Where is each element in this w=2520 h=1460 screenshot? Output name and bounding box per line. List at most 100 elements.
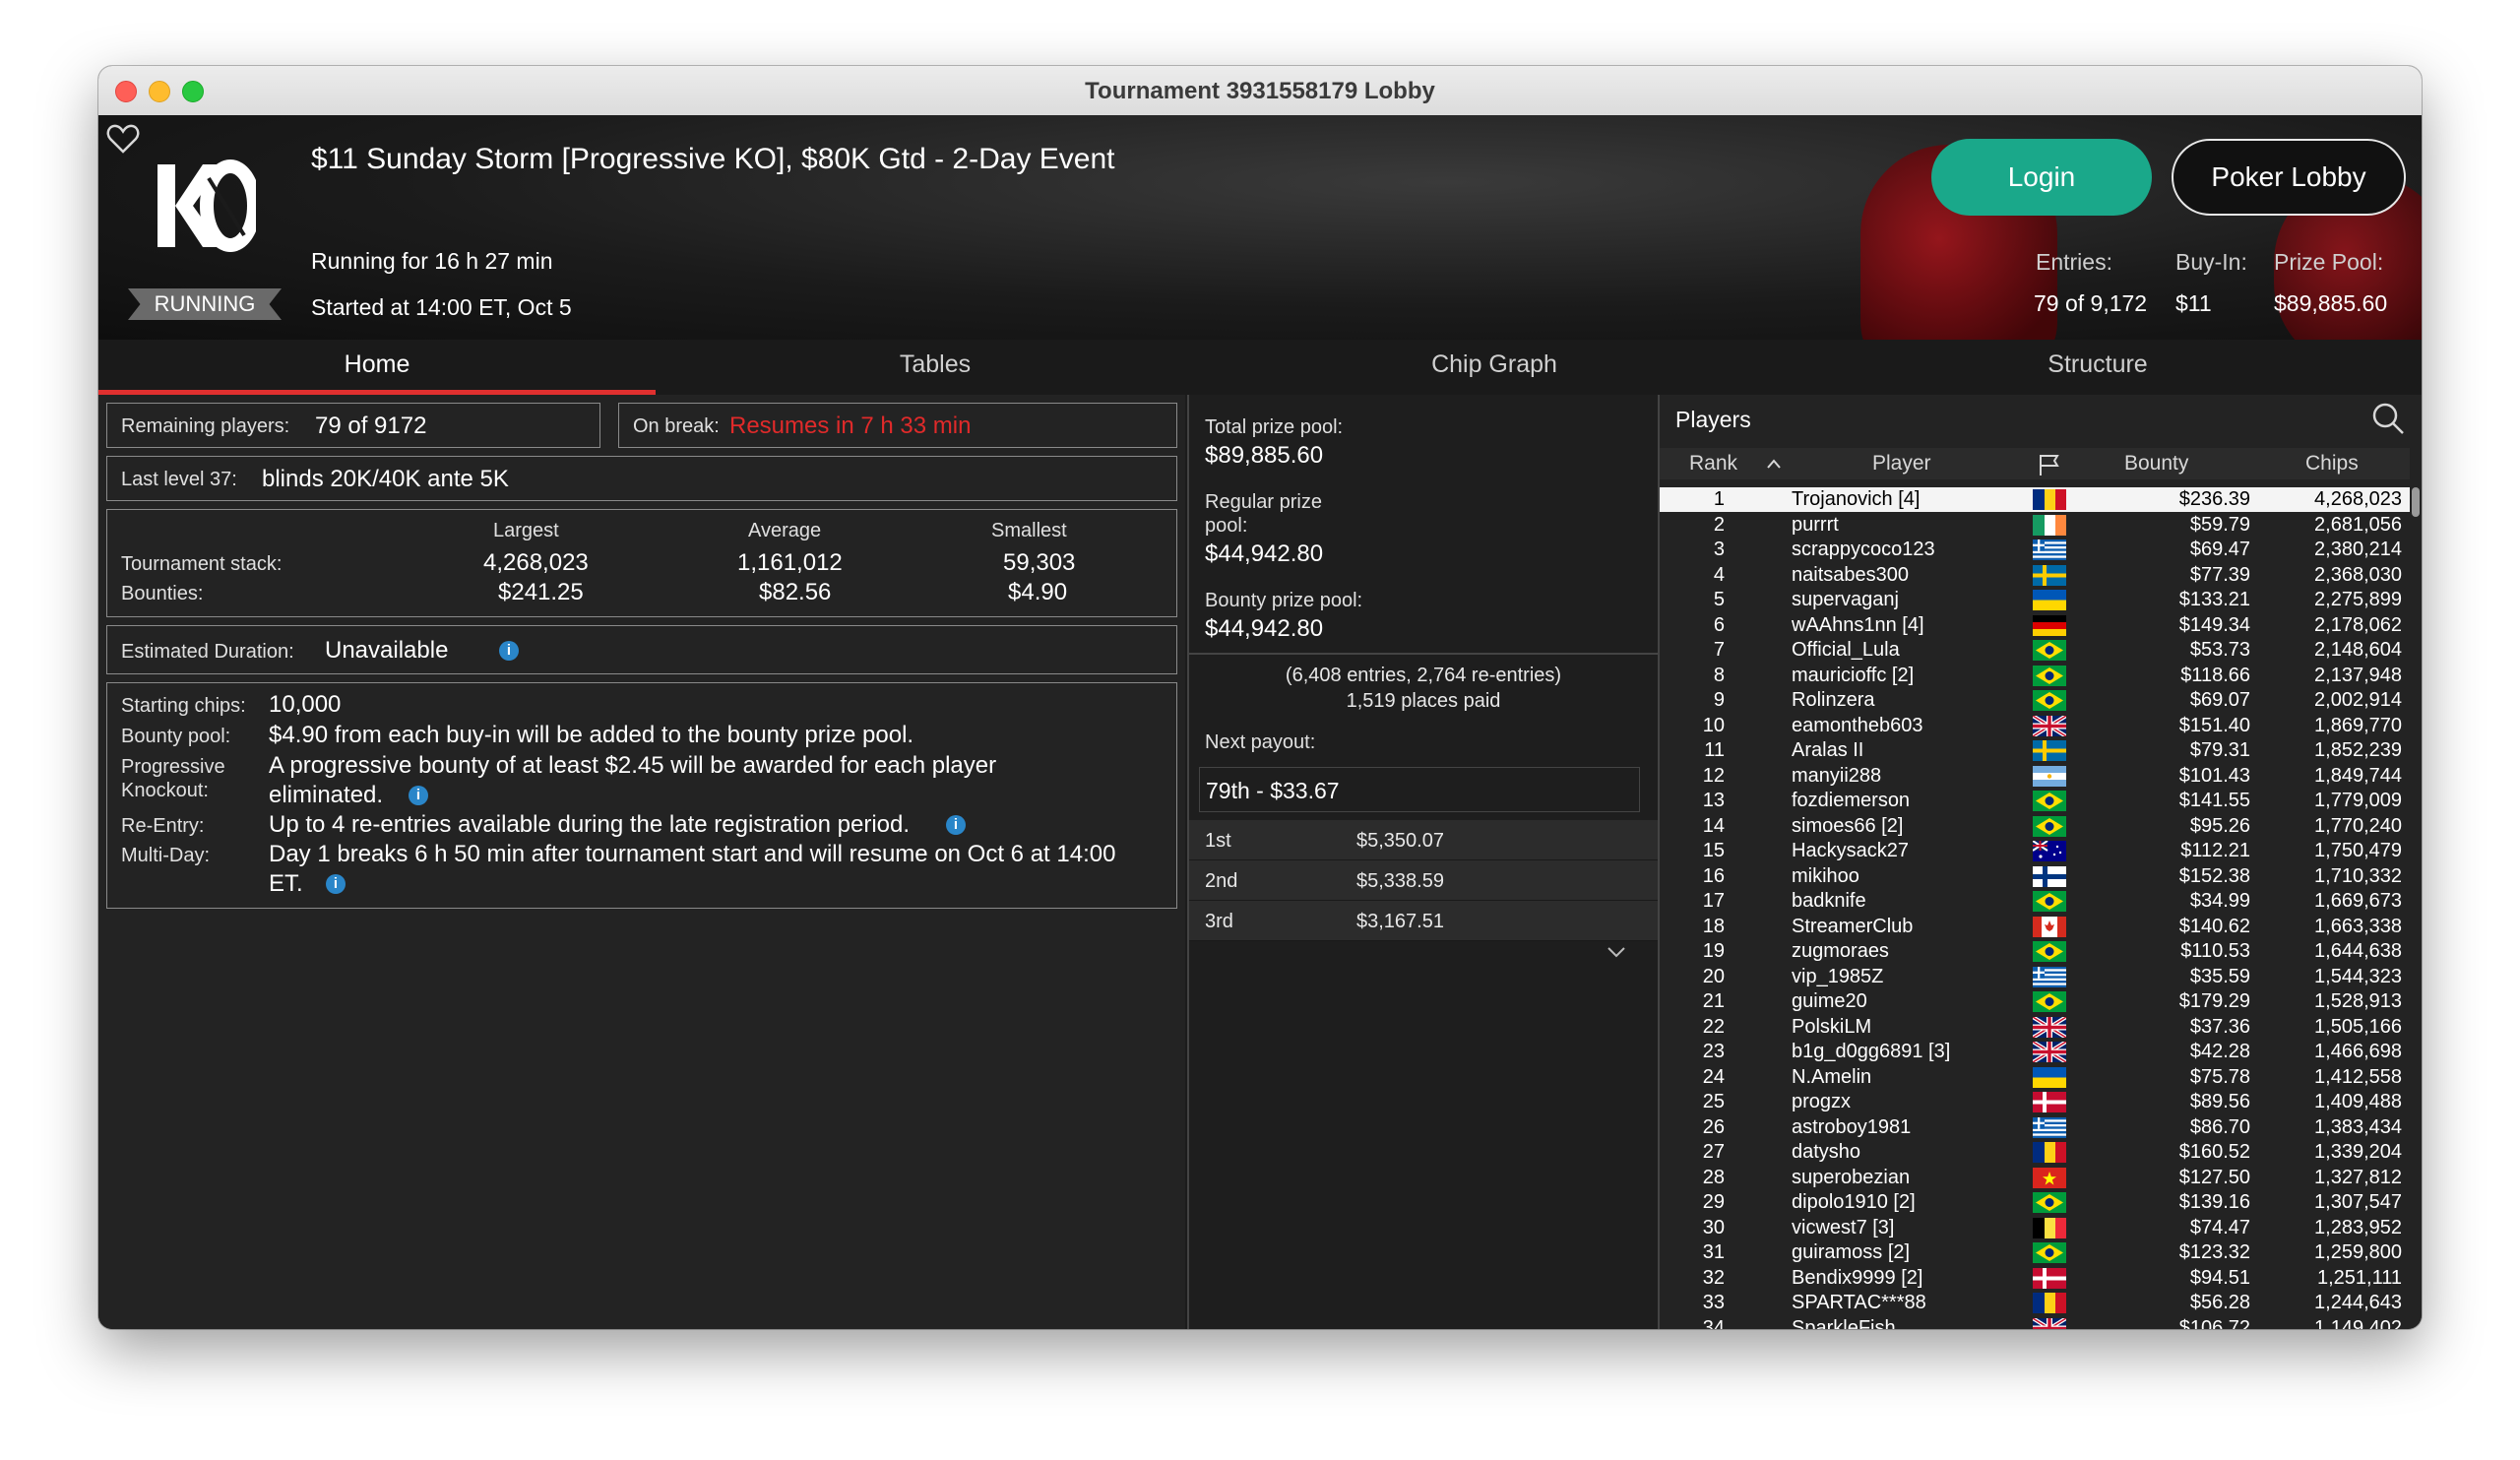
player-name: SparkleFish xyxy=(1792,1316,1896,1330)
player-row[interactable]: 19 zugmoraes $110.53 1,644,638 xyxy=(1660,939,2410,964)
tab-bar: Home Tables Chip Graph Structure xyxy=(98,340,2422,395)
player-name: Official_Lula xyxy=(1792,639,1900,661)
player-chips: 1,327,812 xyxy=(2314,1166,2402,1188)
title-bar[interactable]: Tournament 3931558179 Lobby xyxy=(98,66,2422,116)
login-button[interactable]: Login xyxy=(1931,139,2152,216)
player-row[interactable]: 2 purrrt $59.79 2,681,056 xyxy=(1660,513,2410,538)
player-row[interactable]: 32 Bendix9999 [2] $94.51 1,251,111 xyxy=(1660,1266,2410,1291)
player-row[interactable]: 33 SPARTAC***88 $56.28 1,244,643 xyxy=(1660,1291,2410,1315)
chips-column-header[interactable]: Chips xyxy=(2305,448,2359,479)
player-row[interactable]: 21 guime20 $179.29 1,528,913 xyxy=(1660,989,2410,1014)
player-bounty: $53.73 xyxy=(2189,639,2250,661)
brazil-flag-icon xyxy=(2033,991,2066,1012)
info-icon[interactable]: i xyxy=(409,786,428,805)
brazil-flag-icon xyxy=(2033,690,2066,711)
player-name: Rolinzera xyxy=(1792,689,1875,711)
player-rank: 29 xyxy=(1702,1191,1725,1213)
uk-flag-icon xyxy=(2033,1016,2066,1038)
player-bounty: $152.38 xyxy=(2178,864,2250,887)
player-chips: 2,178,062 xyxy=(2314,613,2402,636)
player-row[interactable]: 27 datysho $160.52 1,339,204 xyxy=(1660,1140,2410,1165)
player-row[interactable]: 22 PolskiLM $37.36 1,505,166 xyxy=(1660,1015,2410,1040)
player-row[interactable]: 15 Hackysack27 $112.21 1,750,479 xyxy=(1660,839,2410,863)
player-row[interactable]: 30 vicwest7 [3] $74.47 1,283,952 xyxy=(1660,1216,2410,1240)
chevron-down-icon[interactable] xyxy=(1606,946,1626,958)
player-row[interactable]: 34 SparkleFish $106.72 1,149,402 xyxy=(1660,1316,2410,1330)
info-icon[interactable]: i xyxy=(499,641,519,661)
player-row[interactable]: 28 superobezian $127.50 1,327,812 xyxy=(1660,1166,2410,1190)
player-chips: 1,412,558 xyxy=(2314,1065,2402,1088)
player-row[interactable]: 25 progzx $89.56 1,409,488 xyxy=(1660,1090,2410,1114)
flag-column-icon[interactable] xyxy=(2038,454,2061,476)
player-row[interactable]: 4 naitsabes300 $77.39 2,368,030 xyxy=(1660,563,2410,588)
players-scrollbar[interactable] xyxy=(2412,487,2420,517)
progressive-knockout-label: Progressive xyxy=(121,756,225,778)
player-rank: 30 xyxy=(1702,1216,1725,1238)
player-chips: 1,544,323 xyxy=(2314,965,2402,987)
player-rank: 28 xyxy=(1702,1166,1725,1188)
average-header: Average xyxy=(748,520,822,541)
player-chips: 1,710,332 xyxy=(2314,864,2402,887)
player-row[interactable]: 23 b1g_d0gg6891 [3] $42.28 1,466,698 xyxy=(1660,1040,2410,1064)
player-row[interactable]: 13 fozdiemerson $141.55 1,779,009 xyxy=(1660,789,2410,813)
info-icon[interactable]: i xyxy=(946,815,966,835)
on-break-label: On break: xyxy=(633,415,720,437)
player-row[interactable]: 20 vip_1985Z $35.59 1,544,323 xyxy=(1660,965,2410,989)
info-icon[interactable]: i xyxy=(326,874,346,894)
search-icon[interactable] xyxy=(2370,401,2406,436)
player-chips: 1,307,547 xyxy=(2314,1191,2402,1213)
player-rank: 26 xyxy=(1702,1115,1725,1138)
tab-chip-graph[interactable]: Chip Graph xyxy=(1215,340,1774,395)
romania-flag-icon xyxy=(2033,489,2066,510)
player-name: Bendix9999 [2] xyxy=(1792,1266,1923,1289)
bounty-column-header[interactable]: Bounty xyxy=(2124,448,2188,479)
player-row[interactable]: 3 scrappycoco123 $69.47 2,380,214 xyxy=(1660,538,2410,562)
tournament-stack-label: Tournament stack: xyxy=(121,553,283,575)
player-row[interactable]: 17 badknife $34.99 1,669,673 xyxy=(1660,889,2410,914)
player-row[interactable]: 1 Trojanovich [4] $236.39 4,268,023 xyxy=(1660,487,2410,512)
player-rank: 23 xyxy=(1702,1041,1725,1062)
finland-flag-icon xyxy=(2033,865,2066,887)
poker-lobby-button[interactable]: Poker Lobby xyxy=(2172,139,2406,216)
sort-ascending-icon[interactable] xyxy=(1766,458,1782,470)
running-duration: Running for 16 h 27 min xyxy=(311,248,553,274)
lobby-window: Tournament 3931558179 Lobby RUNNING $11 … xyxy=(98,66,2422,1329)
player-row[interactable]: 31 guiramoss [2] $123.32 1,259,800 xyxy=(1660,1240,2410,1265)
uk-flag-icon xyxy=(2033,715,2066,736)
player-row[interactable]: 12 manyii288 $101.43 1,849,744 xyxy=(1660,764,2410,789)
tab-home[interactable]: Home xyxy=(98,340,656,395)
divider xyxy=(1189,653,1658,655)
places-paid: 1,519 places paid xyxy=(1346,690,1501,712)
favorite-heart-icon[interactable] xyxy=(106,123,140,155)
tournament-title: $11 Sunday Storm [Progressive KO], $80K … xyxy=(311,143,1115,175)
player-name: guime20 xyxy=(1792,990,1867,1012)
player-chips: 1,669,673 xyxy=(2314,890,2402,912)
uk-flag-icon xyxy=(2033,1042,2066,1062)
player-row[interactable]: 5 supervaganj $133.21 2,275,899 xyxy=(1660,588,2410,612)
player-row[interactable]: 24 N.Amelin $75.78 1,412,558 xyxy=(1660,1065,2410,1090)
rank-column-header[interactable]: Rank xyxy=(1689,448,1737,479)
player-bounty: $179.29 xyxy=(2178,990,2250,1012)
player-row[interactable]: 29 dipolo1910 [2] $139.16 1,307,547 xyxy=(1660,1190,2410,1215)
player-rank: 16 xyxy=(1702,864,1725,887)
player-row[interactable]: 9 Rolinzera $69.07 2,002,914 xyxy=(1660,688,2410,713)
player-rank: 8 xyxy=(1713,664,1725,686)
player-row[interactable]: 26 astroboy1981 $86.70 1,383,434 xyxy=(1660,1115,2410,1140)
tab-tables[interactable]: Tables xyxy=(656,340,1215,395)
player-row[interactable]: 18 StreamerClub $140.62 1,663,338 xyxy=(1660,915,2410,939)
player-row[interactable]: 16 mikihoo $152.38 1,710,332 xyxy=(1660,864,2410,889)
player-row[interactable]: 11 Aralas II $79.31 1,852,239 xyxy=(1660,738,2410,763)
greece-flag-icon xyxy=(2033,540,2066,560)
player-column-header[interactable]: Player xyxy=(1872,448,1931,479)
denmark-flag-icon xyxy=(2033,1267,2066,1289)
player-row[interactable]: 10 eamontheb603 $151.40 1,869,770 xyxy=(1660,714,2410,738)
player-row[interactable]: 8 mauricioffc [2] $118.66 2,137,948 xyxy=(1660,664,2410,688)
player-row[interactable]: 7 Official_Lula $53.73 2,148,604 xyxy=(1660,638,2410,663)
estimated-duration-box: Estimated Duration: Unavailable i xyxy=(106,625,1177,674)
player-chips: 2,380,214 xyxy=(2314,539,2402,560)
player-rank: 13 xyxy=(1702,790,1725,811)
player-row[interactable]: 14 simoes66 [2] $95.26 1,770,240 xyxy=(1660,814,2410,839)
tab-structure[interactable]: Structure xyxy=(1774,340,2422,395)
player-row[interactable]: 6 wAAhns1nn [4] $149.34 2,178,062 xyxy=(1660,613,2410,638)
player-name: mauricioffc [2] xyxy=(1792,664,1915,686)
